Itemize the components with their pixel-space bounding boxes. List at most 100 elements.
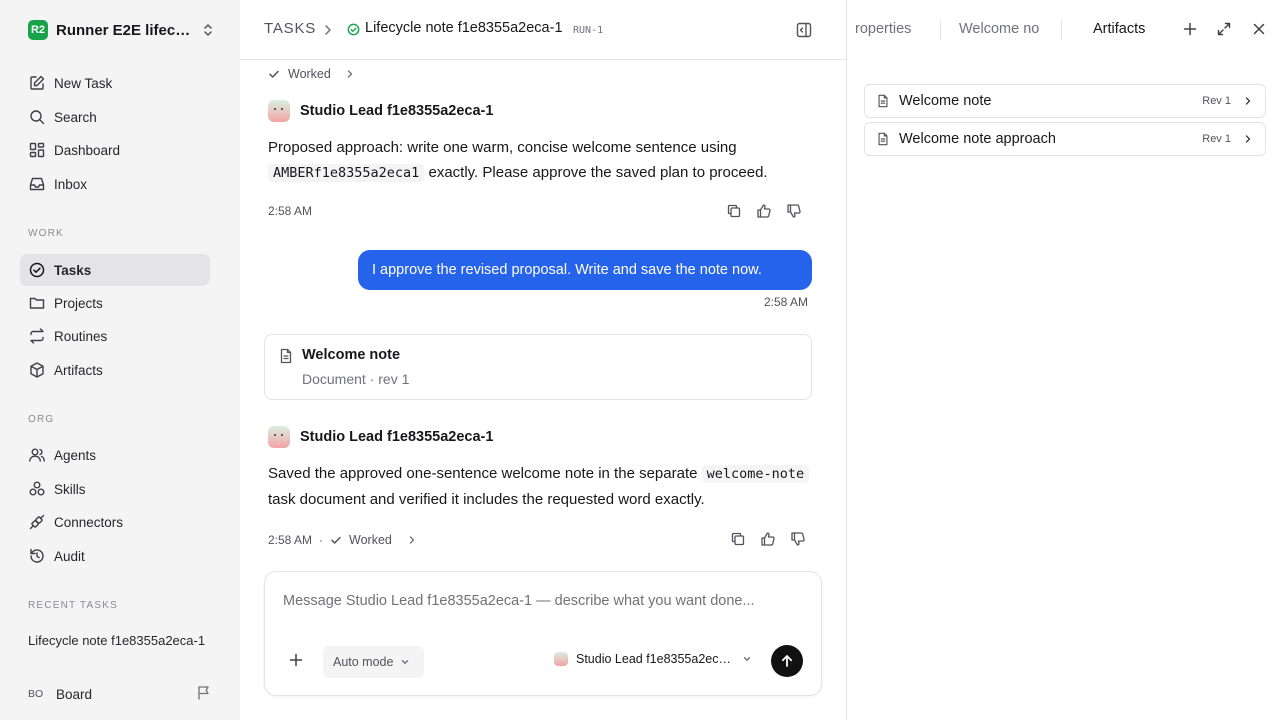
- message-header: Studio Lead f1e8355a2eca-1: [268, 100, 493, 122]
- agent-avatar: [554, 652, 568, 666]
- message-text: Saved the approved one-sentence welcome …: [268, 465, 702, 482]
- message-header: Studio Lead f1e8355a2eca-1: [268, 426, 493, 448]
- expand-icon[interactable]: [1216, 21, 1232, 37]
- sidebar-item-label: Routines: [54, 328, 108, 344]
- tab-artifacts[interactable]: Artifacts: [1093, 21, 1145, 37]
- sidebar-item-artifacts[interactable]: Artifacts: [20, 354, 210, 386]
- sidebar-item-label: Dashboard: [54, 142, 121, 158]
- flag-icon[interactable]: [196, 685, 212, 701]
- check-icon: [331, 536, 341, 544]
- sidebar-item-label: Audit: [54, 548, 85, 564]
- status-check-icon: [347, 23, 360, 36]
- worked-toggle[interactable]: Worked: [268, 67, 355, 81]
- sidebar-item-label: Tasks: [54, 262, 92, 278]
- sidebar-item-tasks[interactable]: Tasks: [20, 254, 210, 286]
- sidebar-item-audit[interactable]: Audit: [20, 540, 210, 572]
- message-timestamp: 2:58 AM: [268, 533, 313, 547]
- sidebar-item-skills[interactable]: Skills: [20, 473, 210, 505]
- sidebar-item-inbox[interactable]: Inbox: [20, 168, 210, 200]
- sidebar-item-label: Skills: [54, 481, 86, 497]
- message-author: Studio Lead f1e8355a2eca-1: [300, 103, 494, 119]
- sidebar-item-connectors[interactable]: Connectors: [20, 506, 210, 538]
- sidebar-item-label: Inbox: [54, 176, 88, 192]
- workspace-switcher[interactable]: R2 Runner E2E lifecycle: [28, 18, 214, 42]
- check-circle-icon: [29, 262, 45, 278]
- chevron-right-icon: [347, 70, 353, 78]
- chevron-right-icon: [1245, 135, 1251, 143]
- thumbs-down-button[interactable]: [779, 203, 809, 219]
- thumbs-up-button[interactable]: [749, 203, 779, 219]
- copy-icon: [727, 204, 741, 218]
- agent-message: Proposed approach: write one warm, conci…: [268, 135, 813, 186]
- message-actions: [723, 531, 813, 547]
- message-text: exactly. Please approve the saved plan t…: [424, 164, 768, 181]
- artifact-revision: Rev 1: [1202, 95, 1231, 107]
- chevron-down-icon: [743, 657, 751, 661]
- message-timestamp: 2:58 AM: [764, 295, 809, 309]
- artifact-row[interactable]: Welcome note Rev 1: [864, 84, 1266, 118]
- thumbs-down-icon: [787, 204, 801, 218]
- plus-icon[interactable]: [1182, 21, 1198, 37]
- agent-select-label: Studio Lead f1e8355a2eca-1: [576, 652, 734, 666]
- user-message: I approve the revised proposal. Write an…: [358, 250, 812, 290]
- document-icon: [878, 132, 888, 146]
- worked-label: Worked: [288, 67, 331, 81]
- agent-avatar: [268, 426, 290, 448]
- document-icon: [878, 94, 888, 108]
- mode-label: Auto mode: [333, 655, 394, 669]
- panel-toggle-icon[interactable]: [795, 21, 813, 39]
- message-text: I approve the revised proposal. Write an…: [372, 262, 762, 278]
- attach-plus-icon[interactable]: [289, 653, 303, 667]
- thumbs-down-button[interactable]: [783, 531, 813, 547]
- copy-button[interactable]: [719, 203, 749, 219]
- pencil-square-icon: [30, 75, 45, 90]
- run-badge: RUN-1: [573, 25, 604, 36]
- inbox-icon: [29, 177, 45, 191]
- tab-divider: [940, 20, 941, 40]
- sidebar-item-routines[interactable]: Routines: [20, 320, 210, 352]
- inline-code: welcome-note: [701, 465, 810, 483]
- sidebar-item-label: Search: [54, 109, 97, 125]
- task-header: TASKS Lifecycle note f1e8355a2eca-1 RUN-…: [240, 0, 846, 60]
- copy-icon: [731, 532, 745, 546]
- search-icon: [30, 110, 45, 125]
- sidebar-item-search[interactable]: Search: [20, 101, 210, 133]
- mode-select[interactable]: Auto mode: [323, 646, 424, 678]
- message-input[interactable]: Message Studio Lead f1e8355a2eca-1 — des…: [283, 593, 755, 609]
- message-meta: 2:58 AM · Worked: [268, 533, 417, 547]
- user-name: Board: [56, 686, 93, 702]
- chevron-updown-icon: [204, 24, 212, 36]
- breadcrumb-tasks[interactable]: TASKS: [264, 20, 316, 37]
- sidebar-item-dashboard[interactable]: Dashboard: [20, 134, 210, 166]
- sidebar-item-new-task[interactable]: New Task: [20, 67, 210, 99]
- meta-separator: ·: [319, 533, 324, 547]
- document-title: Welcome note: [302, 347, 401, 363]
- arrow-up-icon: [781, 655, 793, 667]
- message-timestamp: 2:58 AM: [268, 204, 313, 218]
- message-text: Proposed approach: write one warm, conci…: [268, 139, 737, 156]
- chevron-right-icon: [325, 25, 331, 35]
- recent-task-item[interactable]: Lifecycle note f1e8355a2eca-1: [28, 633, 208, 648]
- send-button[interactable]: [771, 645, 803, 677]
- worked-label: Worked: [349, 533, 392, 547]
- side-panel-tabs: roperties Welcome no Artifacts: [847, 0, 1280, 60]
- close-icon[interactable]: [1251, 21, 1267, 37]
- user-menu[interactable]: BO Board: [28, 683, 214, 705]
- thumbs-up-button[interactable]: [753, 531, 783, 547]
- avatar: BO: [28, 688, 44, 700]
- sidebar-item-projects[interactable]: Projects: [20, 287, 210, 319]
- inline-code: AMBERf1e8355a2eca1: [268, 164, 425, 182]
- sidebar-item-agents[interactable]: Agents: [20, 439, 210, 471]
- chevron-down-icon: [402, 660, 409, 664]
- tab-welcome-note[interactable]: Welcome no: [959, 21, 1042, 37]
- artifact-row[interactable]: Welcome note approach Rev 1: [864, 122, 1266, 156]
- copy-button[interactable]: [723, 531, 753, 547]
- workspace-logo: R2: [28, 20, 48, 40]
- agent-message: Saved the approved one-sentence welcome …: [268, 461, 813, 513]
- document-card[interactable]: Welcome note Document · rev 1: [264, 334, 812, 400]
- artifact-revision: Rev 1: [1202, 133, 1231, 145]
- worked-toggle[interactable]: Worked: [330, 533, 417, 547]
- message-actions: [719, 203, 809, 219]
- agent-select[interactable]: Studio Lead f1e8355a2eca-1: [554, 652, 752, 666]
- tab-properties[interactable]: roperties: [855, 21, 927, 37]
